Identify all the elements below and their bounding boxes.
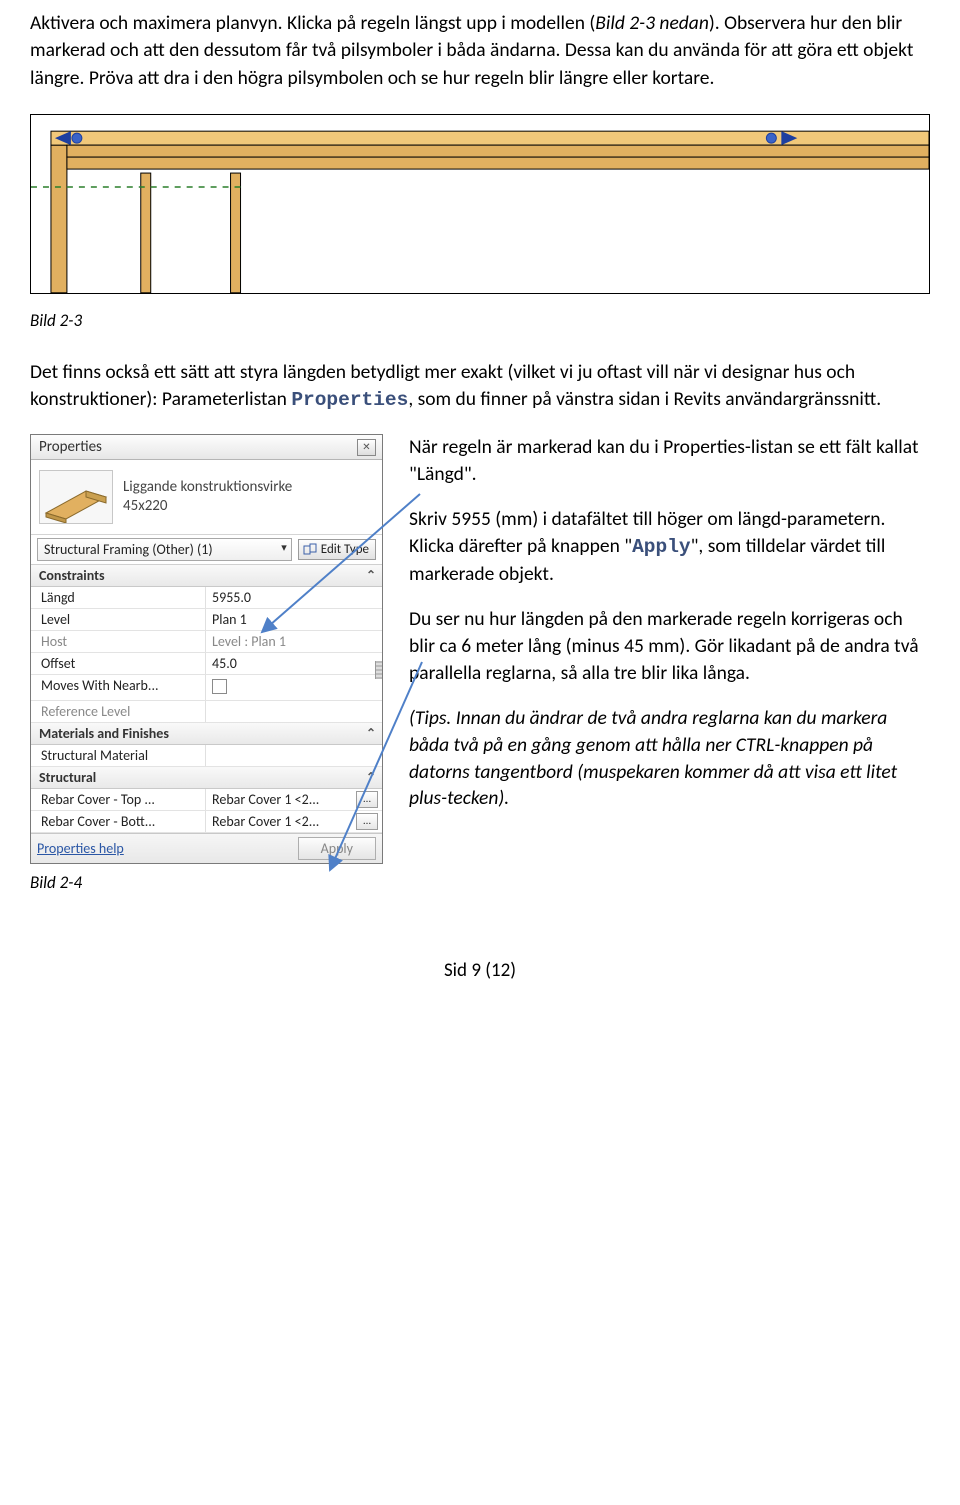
row-offset[interactable]: Offset 45.0 bbox=[31, 653, 382, 675]
lumber-thumbnail-icon bbox=[39, 470, 113, 524]
panel-header: Properties ✕ bbox=[31, 435, 382, 460]
type-line2: 45x220 bbox=[123, 497, 292, 517]
chevron-collapse-icon: ⌃ bbox=[366, 770, 376, 785]
figure-2-3-diagram bbox=[30, 114, 930, 294]
category-value: Structural Framing (Other) (1) bbox=[44, 541, 213, 558]
row-structmat[interactable]: Structural Material bbox=[31, 745, 382, 767]
row-moves[interactable]: Moves With Nearb... bbox=[31, 675, 382, 701]
right-p4-tip: (Tips. Innan du ändrar de två andra regl… bbox=[409, 705, 930, 813]
group-constraints[interactable]: Constraints ⌃ bbox=[31, 565, 382, 587]
type-selector[interactable]: Liggande konstruktionsvirke 45x220 bbox=[31, 460, 382, 535]
chevron-collapse-icon: ⌃ bbox=[366, 726, 376, 741]
chevron-collapse-icon: ⌃ bbox=[366, 568, 376, 583]
properties-help-link[interactable]: Properties help bbox=[37, 840, 298, 857]
right-p3: Du ser nu hur längden på den markerade r… bbox=[409, 606, 930, 687]
offset-value[interactable]: 45.0 bbox=[206, 653, 382, 674]
host-value: Level : Plan 1 bbox=[206, 631, 382, 652]
scroll-grip-icon[interactable] bbox=[375, 661, 382, 679]
apply-button[interactable]: Apply bbox=[298, 837, 376, 860]
panel-title: Properties bbox=[39, 438, 357, 456]
row-host: Host Level : Plan 1 bbox=[31, 631, 382, 653]
group-materials[interactable]: Materials and Finishes ⌃ bbox=[31, 723, 382, 745]
row-level[interactable]: Level Plan 1 bbox=[31, 609, 382, 631]
ellipsis-button[interactable]: … bbox=[356, 791, 378, 808]
mid-post: , som du finner på vänstra sidan i Revit… bbox=[408, 387, 881, 411]
edit-type-icon bbox=[303, 543, 317, 557]
row-langd[interactable]: Längd 5955.0 bbox=[31, 587, 382, 609]
row-reflevel: Reference Level bbox=[31, 701, 382, 723]
langd-value[interactable]: 5955.0 bbox=[206, 587, 382, 608]
level-value[interactable]: Plan 1 bbox=[206, 609, 382, 630]
close-icon[interactable]: ✕ bbox=[357, 439, 376, 456]
ellipsis-button[interactable]: … bbox=[356, 813, 378, 830]
page-footer: Sid 9 (12) bbox=[30, 959, 930, 982]
middle-paragraph: Det finns också ett sätt att styra längd… bbox=[30, 359, 930, 415]
checkbox-icon[interactable] bbox=[212, 679, 227, 694]
row-rebar-top[interactable]: Rebar Cover - Top ... Rebar Cover 1 <2..… bbox=[31, 789, 382, 811]
caption-2-3: Bild 2-3 bbox=[30, 310, 930, 331]
intro-p1a: Aktivera och maximera planvyn. Klicka på… bbox=[30, 11, 595, 35]
mid-mono: Properties bbox=[291, 389, 408, 411]
type-label: Liggande konstruktionsvirke 45x220 bbox=[123, 478, 292, 517]
apply-mono: Apply bbox=[632, 536, 691, 558]
right-p1: När regeln är markerad kan du i Properti… bbox=[409, 434, 930, 488]
moves-checkbox[interactable] bbox=[206, 675, 382, 700]
rebar-bottom-value: Rebar Cover 1 <2... bbox=[212, 813, 319, 830]
group-structural[interactable]: Structural ⌃ bbox=[31, 767, 382, 789]
row-rebar-bottom[interactable]: Rebar Cover - Bott... Rebar Cover 1 <2..… bbox=[31, 811, 382, 833]
edit-type-label: Edit Type bbox=[321, 542, 369, 557]
right-text-column: När regeln är markerad kan du i Properti… bbox=[409, 434, 930, 830]
caption-2-4: Bild 2-4 bbox=[30, 872, 930, 893]
category-select[interactable]: Structural Framing (Other) (1) bbox=[37, 538, 292, 561]
rebar-top-value: Rebar Cover 1 <2... bbox=[212, 791, 319, 808]
intro-ref: Bild 2-3 nedan bbox=[595, 11, 709, 35]
right-p2: Skriv 5955 (mm) i datafältet till höger … bbox=[409, 506, 930, 588]
intro-paragraph: Aktivera och maximera planvyn. Klicka på… bbox=[30, 10, 930, 92]
edit-type-button[interactable]: Edit Type bbox=[298, 539, 376, 560]
properties-panel: Properties ✕ Liggande konstruktionsvirke… bbox=[30, 434, 383, 864]
type-line1: Liggande konstruktionsvirke bbox=[123, 478, 292, 498]
